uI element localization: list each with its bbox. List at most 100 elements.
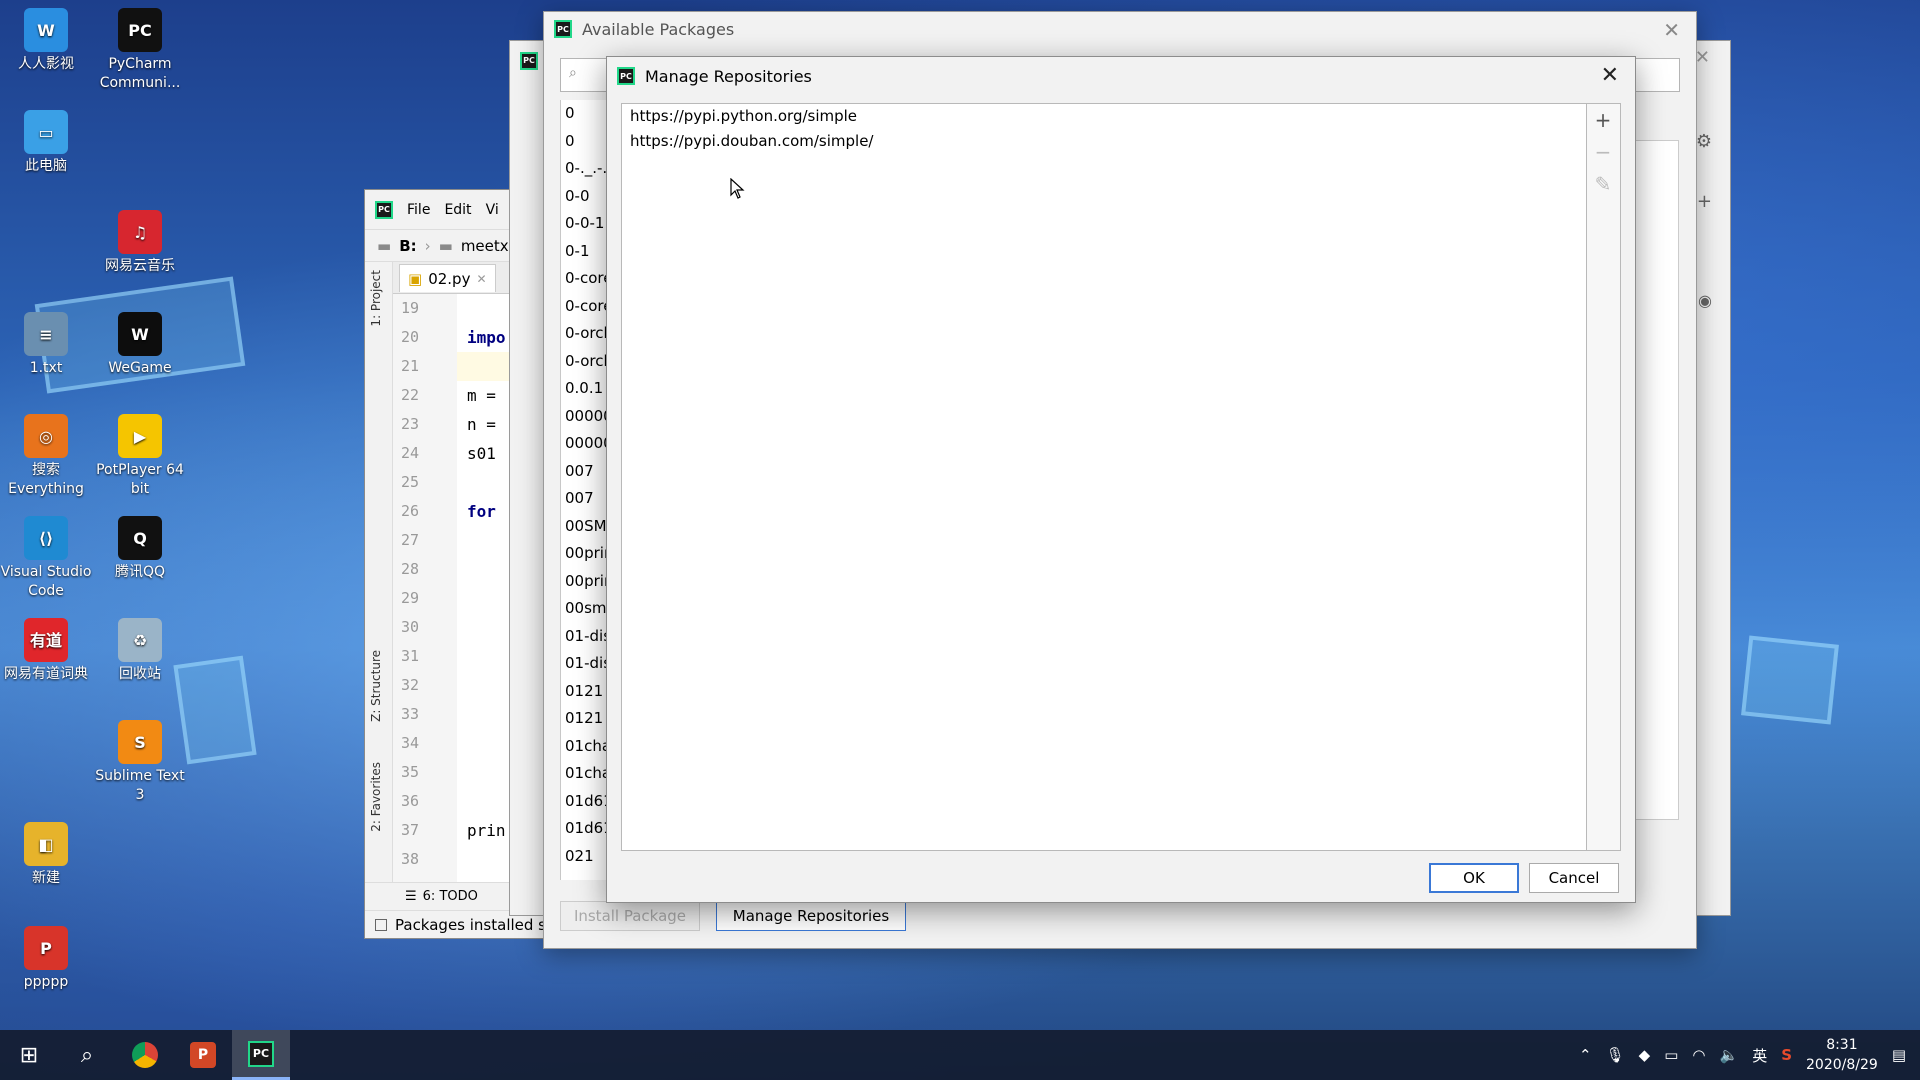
desktop-icon[interactable]: ♫ 网易云音乐 — [94, 210, 186, 276]
desktop-icon[interactable]: S Sublime Text 3 — [94, 720, 186, 805]
desktop-icon[interactable]: Pppppp — [0, 926, 92, 992]
microphone-icon[interactable]: 🎙 — [1606, 1046, 1625, 1064]
desktop-icon[interactable]: Q 腾讯QQ — [94, 516, 186, 582]
wallpaper-frame — [1741, 635, 1839, 725]
wifi-icon[interactable]: ◠ — [1692, 1046, 1705, 1064]
taskbar: ⊞ ⌕ P PC ⌃ 🎙 ◆ ▭ ◠ 🔈 英 S 8:31 2020/8/29 … — [0, 1030, 1920, 1080]
plus-icon[interactable]: + — [1697, 191, 1712, 212]
line-number: 38 — [401, 850, 420, 868]
pycharm-icon: PC — [375, 200, 393, 219]
close-icon[interactable]: ✕ — [1695, 47, 1710, 68]
app-icon: 有道 — [24, 618, 68, 662]
add-icon[interactable]: + — [1587, 104, 1619, 136]
desktop-icon[interactable]: ◎ 搜索 Everything — [0, 414, 92, 499]
search-icon[interactable]: ⌕ — [58, 1030, 116, 1080]
app-icon: P — [24, 926, 68, 970]
desktop-icon[interactable]: ▭ 此电脑 — [0, 110, 92, 176]
notification-icon[interactable]: ▤ — [1892, 1046, 1906, 1064]
editor-tab[interactable]: ▣ 02.py ✕ — [399, 264, 496, 292]
desktop-icon-label: 搜索 Everything — [8, 462, 84, 497]
app-icon: ⟨⟩ — [24, 516, 68, 560]
close-icon[interactable]: ✕ — [1601, 63, 1619, 88]
line-number: 32 — [401, 676, 420, 694]
cancel-button[interactable]: Cancel — [1529, 863, 1619, 893]
desktop-icon[interactable]: ⟨⟩ Visual Studio Code — [0, 516, 92, 601]
gear-icon[interactable]: ⚙ — [1696, 131, 1712, 152]
desktop-icon-label: WeGame — [108, 360, 172, 376]
clock-time: 8:31 — [1826, 1037, 1858, 1053]
line-number: 37 — [401, 821, 420, 839]
chevron-up-icon[interactable]: ⌃ — [1579, 1046, 1592, 1064]
clock[interactable]: 8:31 2020/8/29 — [1806, 1035, 1878, 1075]
line-number: 21 — [401, 357, 420, 375]
desktop-icon-label: PyCharm Communi... — [99, 56, 181, 91]
desktop-icon[interactable]: 有道 网易有道词典 — [0, 618, 92, 684]
pycharm-icon: PC — [520, 51, 538, 70]
battery-icon[interactable]: ▭ — [1664, 1046, 1678, 1064]
line-number: 20 — [401, 328, 420, 346]
pycharm-taskbar-icon[interactable]: PC — [232, 1030, 290, 1080]
app-icon: ≡ — [24, 312, 68, 356]
breadcrumb-drive[interactable]: B: — [399, 237, 416, 255]
app-icon: ♫ — [118, 210, 162, 254]
install-package-button[interactable]: Install Package — [560, 901, 700, 931]
desktop-icon-label: ppppp — [23, 974, 69, 990]
desktop-icon[interactable]: ▶ PotPlayer 64 bit — [94, 414, 186, 499]
windows-start-icon[interactable]: ⊞ — [0, 1030, 58, 1080]
remove-icon[interactable]: − — [1587, 136, 1619, 168]
menu-view[interactable]: Vi — [486, 202, 499, 218]
app-icon: ▶ — [118, 414, 162, 458]
repository-list[interactable]: https://pypi.python.org/simple https://py… — [621, 103, 1587, 851]
eye-icon[interactable]: ◉ — [1698, 291, 1712, 310]
ok-button[interactable]: OK — [1429, 863, 1519, 893]
search-icon: ⌕ — [569, 65, 577, 81]
desktop-icon[interactable]: ≡ 1.txt — [0, 312, 92, 378]
app-icon: Q — [118, 516, 162, 560]
desktop-icon[interactable]: W WeGame — [94, 312, 186, 378]
tool-tab-structure[interactable]: Z: Structure — [369, 650, 383, 722]
desktop-icon-label: 腾讯QQ — [114, 564, 166, 580]
desktop-icon[interactable]: PC PyCharm Communi... — [94, 8, 186, 93]
chrome-icon[interactable] — [116, 1030, 174, 1080]
app-icon: PC — [118, 8, 162, 52]
repository-item[interactable]: https://pypi.douban.com/simple/ — [622, 129, 1586, 154]
dialog-title: Manage Repositories — [645, 66, 812, 86]
todo-tab[interactable]: 6: TODO — [423, 889, 478, 904]
desktop-icon[interactable]: ♻ 回收站 — [94, 618, 186, 684]
repository-item[interactable]: https://pypi.python.org/simple — [622, 104, 1586, 129]
line-number: 28 — [401, 560, 420, 578]
left-tool-strip: 1: Project Z: Structure 2: Favorites — [365, 262, 393, 910]
volume-icon[interactable]: 🔈 — [1720, 1046, 1739, 1064]
ime-indicator[interactable]: 英 — [1752, 1045, 1767, 1066]
menu-edit[interactable]: Edit — [444, 202, 471, 218]
window-titlebar: PC Available Packages — [544, 12, 1696, 46]
line-number: 29 — [401, 589, 420, 607]
tool-tab-favorites[interactable]: 2: Favorites — [369, 762, 383, 832]
sogou-icon[interactable]: S — [1781, 1046, 1792, 1064]
mouse-cursor-icon — [730, 178, 745, 199]
tool-tab-project[interactable]: 1: Project — [369, 270, 383, 327]
menu-file[interactable]: File — [407, 202, 430, 218]
line-number: 26 — [401, 502, 420, 520]
powerpoint-icon[interactable]: P — [174, 1030, 232, 1080]
todo-icon: ☰ — [405, 889, 417, 904]
line-number: 33 — [401, 705, 420, 723]
pycharm-icon: PC — [554, 20, 572, 38]
close-icon[interactable]: ✕ — [476, 272, 486, 286]
qq-tray-icon[interactable]: ◆ — [1639, 1046, 1651, 1064]
desktop-icon-label: 网易云音乐 — [105, 258, 175, 274]
line-number: 25 — [401, 473, 420, 491]
line-number: 19 — [401, 299, 420, 317]
system-tray: ⌃ 🎙 ◆ ▭ ◠ 🔈 英 S 8:31 2020/8/29 ▤ — [1579, 1030, 1920, 1080]
line-number-gutter: 19 20 21 22 23 24 25 26 27 28 29 30 31 32 33 34 35 36 37 38 — [393, 294, 457, 882]
close-icon[interactable]: ✕ — [1663, 18, 1680, 42]
desktop-icon[interactable]: ◧ 新建 — [0, 822, 92, 888]
package-description-pane — [1629, 140, 1679, 820]
desktop-icon-label: 1.txt — [29, 360, 63, 376]
edit-pencil-icon[interactable]: ✎ — [1587, 168, 1619, 200]
pycharm-icon: PC — [617, 67, 635, 85]
desktop-icon[interactable]: W 人人影视 — [0, 8, 92, 74]
manage-repositories-button[interactable]: Manage Repositories — [716, 901, 906, 931]
line-number: 30 — [401, 618, 420, 636]
manage-repositories-dialog[interactable]: PC Manage Repositories ✕ https://pypi.py… — [606, 56, 1636, 903]
